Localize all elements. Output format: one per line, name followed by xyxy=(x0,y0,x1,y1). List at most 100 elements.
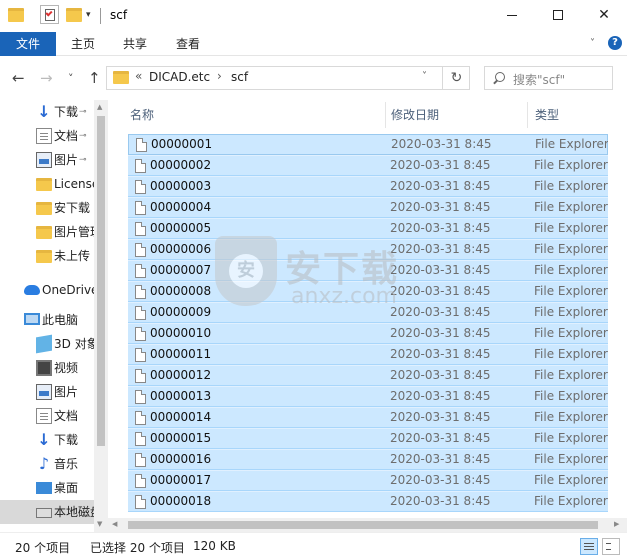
file-icon xyxy=(135,495,146,509)
file-row[interactable]: 00000007 2020-03-31 8:45 File Explorer xyxy=(128,260,608,281)
file-row[interactable]: 00000002 2020-03-31 8:45 File Explorer xyxy=(128,155,608,176)
large-icons-view-button[interactable] xyxy=(602,538,620,555)
breadcrumb-separator[interactable]: › xyxy=(217,69,222,83)
breadcrumb-dicad[interactable]: DICAD.etc xyxy=(149,70,210,84)
column-divider[interactable] xyxy=(385,102,386,128)
forward-button[interactable]: → xyxy=(40,69,53,87)
search-input[interactable]: 搜索"scf" xyxy=(513,71,565,88)
file-row[interactable]: 00000012 2020-03-31 8:45 File Explorer xyxy=(128,365,608,386)
file-row[interactable]: 00000003 2020-03-31 8:45 File Explorer xyxy=(128,176,608,197)
sidebar-item[interactable]: ♪ 音乐 xyxy=(0,452,94,476)
up-button[interactable]: ↑ xyxy=(88,69,101,87)
sidebar-scroll-thumb[interactable] xyxy=(97,116,105,446)
file-row[interactable]: 00000015 2020-03-31 8:45 File Explorer xyxy=(128,428,608,449)
tab-share[interactable]: 共享 xyxy=(123,32,147,56)
file-row[interactable]: 00000014 2020-03-31 8:45 File Explorer xyxy=(128,407,608,428)
maximize-button[interactable] xyxy=(535,0,581,32)
file-row[interactable]: 00000009 2020-03-31 8:45 File Explorer xyxy=(128,302,608,323)
column-divider[interactable] xyxy=(527,102,528,128)
address-bar[interactable]: « DICAD.etc › scf ˅ ↻ xyxy=(106,66,470,90)
file-name: 00000013 xyxy=(150,389,212,403)
file-name: 00000014 xyxy=(150,410,212,424)
folder-icon xyxy=(36,178,52,191)
address-dropdown-icon[interactable]: ˅ xyxy=(422,71,427,82)
pin-icon: ⊸ xyxy=(79,107,87,117)
file-name: 00000006 xyxy=(150,242,212,256)
sidebar-item-label: 图片管理 xyxy=(54,225,94,239)
tab-file[interactable]: 文件 xyxy=(0,32,56,56)
horizontal-scrollbar[interactable]: ◀ ▶ xyxy=(108,518,627,532)
sidebar-item[interactable]: 安下载 xyxy=(0,196,94,220)
sidebar-item[interactable]: 此电脑 xyxy=(0,308,94,332)
file-row[interactable]: 00000010 2020-03-31 8:45 File Explorer xyxy=(128,323,608,344)
file-row[interactable]: 00000011 2020-03-31 8:45 File Explorer xyxy=(128,344,608,365)
details-view-button[interactable] xyxy=(580,538,598,555)
sidebar-item[interactable]: 未上传 xyxy=(0,244,94,268)
file-row[interactable]: 00000008 2020-03-31 8:45 File Explorer xyxy=(128,281,608,302)
column-header-type[interactable]: 类型 xyxy=(535,100,559,130)
sidebar-item[interactable]: 视频 xyxy=(0,356,94,380)
address-overflow[interactable]: « xyxy=(135,69,142,83)
sidebar-item[interactable]: 本地磁盘 xyxy=(0,500,94,524)
file-date: 2020-03-31 8:45 xyxy=(390,473,491,487)
sidebar-item-label: 下载 xyxy=(54,433,79,447)
back-button[interactable]: ← xyxy=(12,69,25,87)
new-folder-icon[interactable] xyxy=(66,8,82,22)
file-type: File Explorer xyxy=(534,473,608,487)
sidebar-item[interactable]: ↓ 下载 xyxy=(0,428,94,452)
file-name: 00000012 xyxy=(150,368,212,382)
file-date: 2020-03-31 8:45 xyxy=(390,263,491,277)
quick-access-dropdown-icon[interactable]: ▾ xyxy=(86,10,91,20)
sidebar-item-label: 下载 xyxy=(54,105,79,119)
close-button[interactable]: ✕ xyxy=(581,0,627,32)
file-row[interactable]: 00000016 2020-03-31 8:45 File Explorer xyxy=(128,449,608,470)
help-icon[interactable]: ? xyxy=(608,36,622,50)
sidebar-item[interactable]: 文档 ⊸ xyxy=(0,124,94,148)
sidebar-item-label: 视频 xyxy=(54,361,79,375)
file-row[interactable]: 00000017 2020-03-31 8:45 File Explorer xyxy=(128,470,608,491)
sidebar-item-label: 文档 xyxy=(54,129,79,143)
file-type: File Explorer xyxy=(534,158,608,172)
refresh-button[interactable]: ↻ xyxy=(442,67,470,89)
file-row[interactable]: 00000004 2020-03-31 8:45 File Explorer xyxy=(128,197,608,218)
breadcrumb-scf[interactable]: scf xyxy=(231,70,248,84)
file-row[interactable]: 00000013 2020-03-31 8:45 File Explorer xyxy=(128,386,608,407)
sidebar-item[interactable]: License xyxy=(0,172,94,196)
sidebar-item[interactable]: 桌面 xyxy=(0,476,94,500)
local-disk-icon xyxy=(36,508,52,518)
file-row[interactable]: 00000006 2020-03-31 8:45 File Explorer xyxy=(128,239,608,260)
sidebar-item[interactable]: 3D 对象 xyxy=(0,332,94,356)
sidebar-item[interactable]: OneDrive xyxy=(0,278,94,302)
file-type: File Explorer xyxy=(534,221,608,235)
sidebar-item[interactable]: ↓ 下载 ⊸ xyxy=(0,100,94,124)
recent-locations-button[interactable]: ˅ xyxy=(68,72,74,85)
sidebar-item[interactable]: 图片 ⊸ xyxy=(0,148,94,172)
expand-ribbon-icon[interactable]: ˅ xyxy=(590,38,595,49)
properties-icon[interactable] xyxy=(40,5,59,24)
maximize-icon xyxy=(553,10,563,20)
horizontal-scroll-thumb[interactable] xyxy=(128,521,598,529)
file-type: File Explorer xyxy=(535,137,608,151)
column-header-date[interactable]: 修改日期 xyxy=(391,100,439,130)
file-icon xyxy=(135,201,146,215)
3d-objects-icon xyxy=(36,334,52,354)
file-row[interactable]: 00000005 2020-03-31 8:45 File Explorer xyxy=(128,218,608,239)
sidebar-item-label: 音乐 xyxy=(54,457,79,471)
file-row[interactable]: 00000018 2020-03-31 8:45 File Explorer xyxy=(128,491,608,512)
tab-view[interactable]: 查看 xyxy=(176,32,200,56)
sidebar-item-label: 未上传 xyxy=(54,249,91,263)
tab-home[interactable]: 主页 xyxy=(71,32,95,56)
file-row[interactable]: 00000001 2020-03-31 8:45 File Explorer xyxy=(128,134,608,155)
column-header-name[interactable]: 名称 xyxy=(130,100,154,130)
file-type: File Explorer xyxy=(534,431,608,445)
sidebar-item-label: License xyxy=(54,177,94,191)
file-type: File Explorer xyxy=(534,347,608,361)
minimize-button[interactable] xyxy=(489,0,535,32)
sidebar-item[interactable]: 图片 xyxy=(0,380,94,404)
sidebar-scrollbar[interactable]: ▲ ▼ xyxy=(94,100,108,532)
sidebar-item[interactable]: 图片管理 xyxy=(0,220,94,244)
search-box[interactable]: 搜索"scf" xyxy=(484,66,613,90)
file-type: File Explorer xyxy=(534,494,608,508)
sidebar-item[interactable]: 文档 xyxy=(0,404,94,428)
file-type: File Explorer xyxy=(534,452,608,466)
